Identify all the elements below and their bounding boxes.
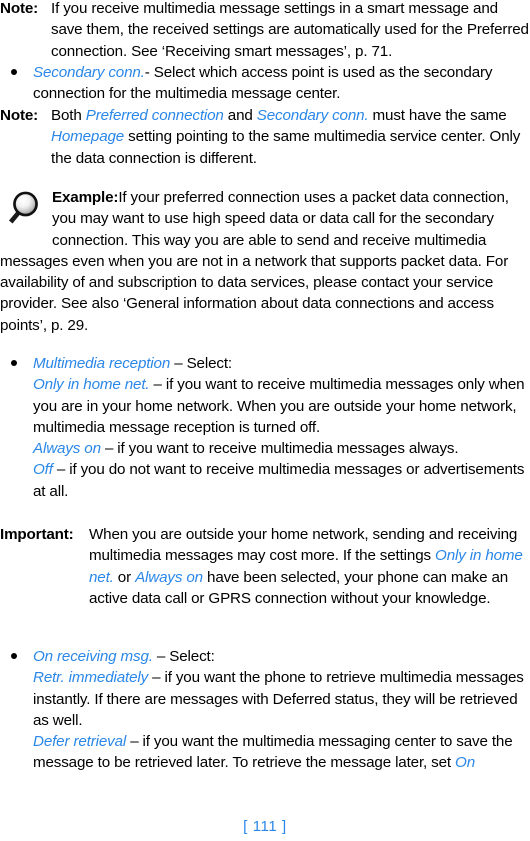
term-always-on: Always on [33, 440, 101, 458]
term-preferred-connection: Preferred connection [85, 107, 224, 124]
bullet-dot-icon [11, 69, 17, 75]
bullet-dot-icon [11, 360, 17, 366]
note-body-2: Both Preferred connection and Secondary … [51, 105, 530, 169]
term-only-in-home-net: Only in home net. [33, 376, 150, 394]
bullet-multimedia-reception: Multimedia reception – Select: Only in h… [0, 353, 530, 502]
term-on-receiving-msg: On receiving msg. [33, 648, 153, 665]
option-off-text: – if you do not want to receive multimed… [33, 461, 525, 500]
important-text-2: or [113, 568, 136, 586]
page-number: [ 111 ] [243, 818, 287, 835]
note-body: If you receive multimedia message settin… [51, 0, 529, 60]
term-always-on-2: Always on [135, 568, 203, 586]
term-secondary-conn: Secondary conn. [33, 64, 145, 81]
term-defer-retrieval: Defer retrieval [33, 733, 127, 751]
example-label: Example: [52, 189, 119, 206]
term-homepage: Homepage [51, 128, 125, 146]
term-multimedia-reception: Multimedia reception [33, 355, 171, 372]
note2-text-2: and [223, 107, 257, 124]
manual-page: Note: If you receive multimedia message … [0, 0, 530, 841]
term-off: Off [33, 461, 53, 479]
term-on-trailing: On [455, 754, 476, 772]
note-block-2: Note: Both Preferred connection and Seco… [0, 105, 530, 169]
multimedia-reception-intro: – Select: [170, 355, 232, 372]
note-label-2: Note: [0, 107, 39, 124]
example-body: If your preferred connection uses a pack… [0, 189, 509, 334]
on-receiving-msg-intro: – Select: [152, 648, 215, 665]
term-retr-immediately: Retr. immediately [33, 669, 149, 687]
term-secondary-conn-2: Secondary conn. [256, 107, 369, 124]
bullet-secondary-conn: Secondary conn.- Select which access poi… [0, 62, 530, 105]
bullet-dot-icon [11, 653, 17, 659]
important-label: Important: [0, 526, 74, 543]
option-always-on-text: – if you want to receive multimedia mess… [100, 440, 459, 458]
important-body: When you are outside your home network, … [89, 524, 530, 609]
note2-text-3: must have the same [368, 107, 507, 124]
note-block-1: Note: If you receive multimedia message … [0, 0, 530, 62]
bullet-on-receiving-msg: On receiving msg. – Select: Retr. immedi… [0, 646, 530, 774]
important-block: Important: When you are outside your hom… [0, 524, 530, 609]
note2-text-1: Both [51, 107, 86, 124]
magnifier-icon [0, 187, 52, 231]
note-label: Note: [0, 0, 39, 17]
example-block: Example:If your preferred connection use… [0, 187, 530, 336]
